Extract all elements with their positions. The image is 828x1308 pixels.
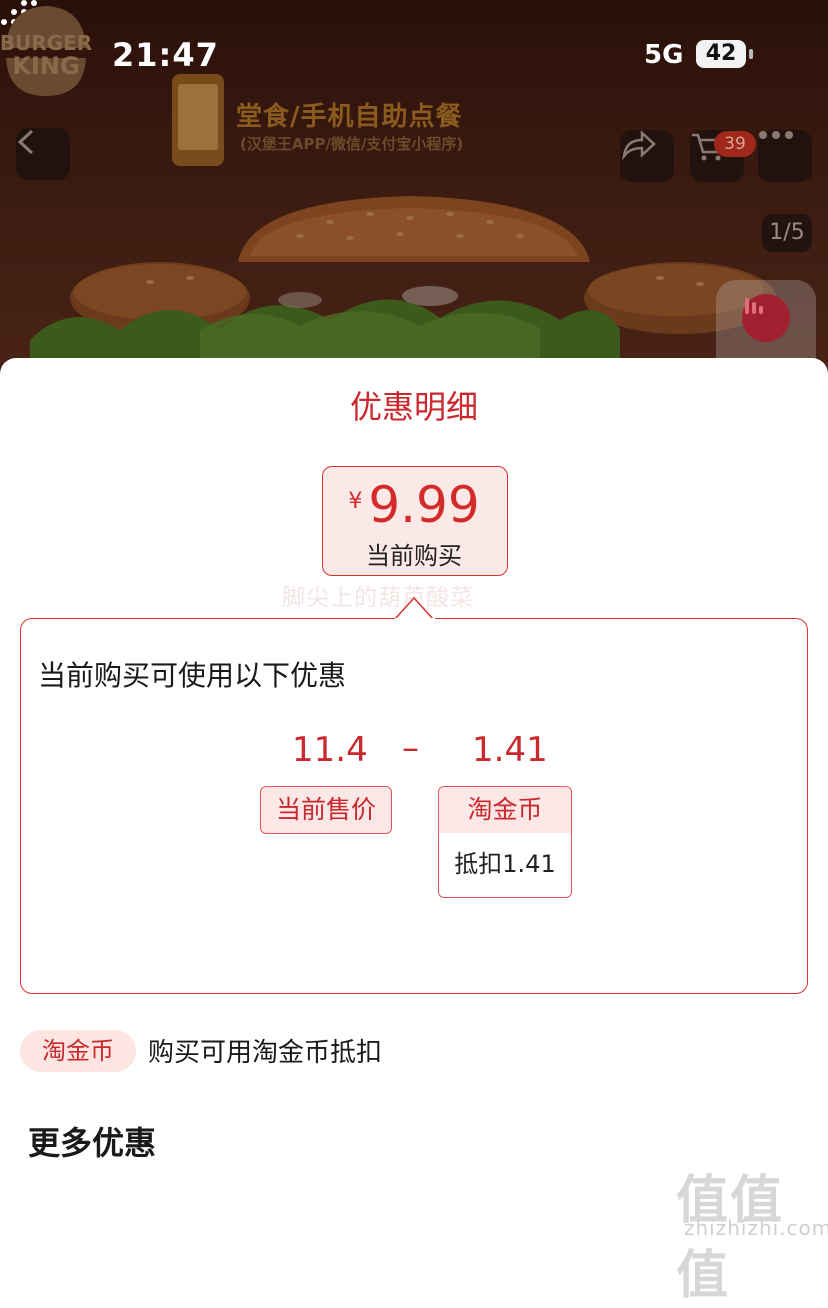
product-image-gallery[interactable]: 21:47 5G 42 BURGER KING 堂食/手机自助点餐 (汉堡王AP… (0, 0, 828, 380)
coin-pill-badge: 淘金币 (20, 1030, 136, 1072)
sheet-title: 优惠明细 (349, 388, 478, 426)
dim-overlay (0, 0, 828, 380)
original-price-value: 11.4 (292, 730, 368, 770)
card-pointer (395, 596, 435, 620)
breakdown-heading: 当前购买可使用以下优惠 (38, 659, 347, 692)
coin-pill-description: 购买可用淘金币抵扣 (148, 1038, 383, 1068)
current-price-tag: 当前售价 (260, 786, 392, 834)
current-price: ¥9.99 (322, 476, 506, 534)
minus-sign: – (402, 728, 419, 768)
price-value: 9.99 (368, 476, 480, 534)
coin-tag-label: 淘金币 (439, 787, 571, 833)
coin-discount-tag: 淘金币 抵扣1.41 (438, 786, 572, 898)
more-offers-title: 更多优惠 (28, 1124, 157, 1162)
user-watermark: 脚尖上的葫芦酸菜 (282, 585, 474, 611)
price-currency: ¥ (348, 489, 363, 514)
price-label: 当前购买 (366, 542, 462, 570)
coin-deduct-amount: 抵扣1.41 (454, 850, 556, 878)
site-watermark-url: zhizhizhi.com (684, 1216, 828, 1240)
discount-value: 1.41 (472, 730, 548, 770)
